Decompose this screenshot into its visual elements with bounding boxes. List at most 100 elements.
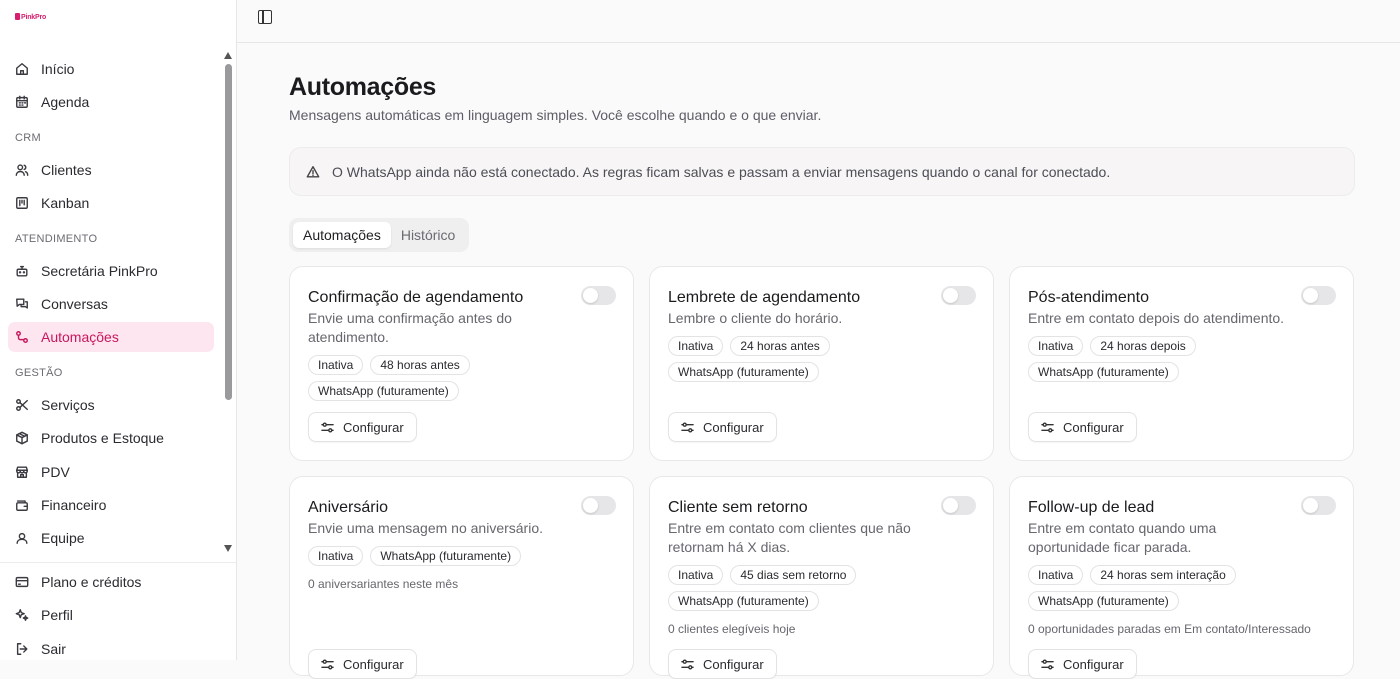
sidebar-item-inicio[interactable]: Início bbox=[8, 54, 214, 84]
sidebar-item-produtos[interactable]: Produtos e Estoque bbox=[8, 423, 214, 453]
configure-button[interactable]: Configurar bbox=[1028, 412, 1137, 442]
whatsapp-alert: O WhatsApp ainda não está conectado. As … bbox=[289, 147, 1355, 196]
bot-icon bbox=[16, 265, 28, 277]
sidebar-item-conversas[interactable]: Conversas bbox=[8, 289, 214, 319]
alert-text: O WhatsApp ainda não está conectado. As … bbox=[332, 163, 1111, 180]
timing-badge: 24 horas antes bbox=[730, 336, 830, 356]
sidebar-item-label: Secretária PinkPro bbox=[41, 262, 158, 279]
sidebar-item-financeiro[interactable]: Financeiro bbox=[8, 490, 214, 520]
sidebar-item-label: Automações bbox=[41, 329, 119, 346]
tab-historico[interactable]: Histórico bbox=[391, 222, 465, 248]
configure-button[interactable]: Configurar bbox=[308, 649, 417, 679]
sidebar-item-label: Clientes bbox=[41, 161, 92, 178]
badge-list: Inativa 48 horas antes WhatsApp (futuram… bbox=[308, 355, 608, 401]
users-icon bbox=[15, 164, 29, 176]
card-title: Pós-atendimento bbox=[1028, 289, 1149, 306]
sidebar-item-label: Agenda bbox=[41, 94, 90, 111]
automation-toggle[interactable] bbox=[581, 496, 616, 515]
automation-toggle[interactable] bbox=[1301, 286, 1336, 305]
tab-automacoes[interactable]: Automações bbox=[293, 222, 391, 248]
scroll-down-arrow-icon[interactable] bbox=[224, 545, 232, 552]
sidebar-item-equipe[interactable]: Equipe bbox=[8, 523, 214, 553]
automation-card: Lembrete de agendamento Lembre o cliente… bbox=[649, 266, 994, 461]
section-title-atendimento: ATENDIMENTO bbox=[15, 232, 98, 245]
card-note: 0 aniversariantes neste mês bbox=[308, 577, 459, 591]
status-badge: Inativa bbox=[308, 546, 364, 566]
sidebar-item-pdv[interactable]: PDV bbox=[8, 457, 214, 487]
card-title: Aniversário bbox=[308, 499, 389, 516]
card-title: Follow-up de lead bbox=[1028, 499, 1155, 516]
sidebar-item-label: Conversas bbox=[41, 295, 108, 312]
calendar-icon bbox=[16, 96, 28, 109]
home-icon bbox=[16, 63, 28, 75]
card-note: 0 clientes elegíveis hoje bbox=[668, 622, 796, 636]
automation-card: Pós-atendimento Entre em contato depois … bbox=[1009, 266, 1354, 461]
channel-badge: WhatsApp (futuramente) bbox=[1028, 591, 1179, 611]
store-icon bbox=[16, 466, 28, 478]
section-title-gestao: GESTÃO bbox=[15, 366, 63, 379]
timing-badge: 24 horas sem interação bbox=[1090, 565, 1236, 585]
sliders-icon bbox=[1041, 659, 1054, 669]
configure-button[interactable]: Configurar bbox=[1028, 649, 1137, 679]
card-title: Lembrete de agendamento bbox=[668, 289, 861, 306]
channel-badge: WhatsApp (futuramente) bbox=[668, 591, 819, 611]
sliders-icon bbox=[681, 659, 694, 669]
sidebar-item-secretaria[interactable]: Secretária PinkPro bbox=[8, 256, 214, 286]
sidebar-footer: Plano e créditos Perfil Sair bbox=[0, 562, 236, 667]
automation-card: Aniversário Envie uma mensagem no aniver… bbox=[289, 476, 634, 679]
sidebar-item-label: Equipe bbox=[41, 530, 85, 547]
sidebar-scrollbar[interactable] bbox=[224, 52, 233, 552]
automation-card: Cliente sem retorno Entre em contato com… bbox=[649, 476, 994, 679]
sidebar-item-label: Serviços bbox=[41, 396, 95, 413]
configure-button[interactable]: Configurar bbox=[668, 649, 777, 679]
logo-mark-icon bbox=[15, 13, 20, 20]
sidebar: PinkPro Início Agenda CRM Clientes Kanba… bbox=[0, 0, 237, 660]
top-bar bbox=[237, 0, 1400, 43]
automation-toggle[interactable] bbox=[941, 286, 976, 305]
scroll-up-arrow-icon[interactable] bbox=[224, 52, 232, 59]
automation-card: Confirmação de agendamento Envie uma con… bbox=[289, 266, 634, 461]
status-badge: Inativa bbox=[668, 565, 724, 585]
sidebar-item-label: Financeiro bbox=[41, 496, 107, 513]
status-badge: Inativa bbox=[668, 336, 724, 356]
sidebar-item-kanban[interactable]: Kanban bbox=[8, 188, 214, 218]
card-description: Entre em contato quando uma oportunidade… bbox=[1028, 520, 1217, 555]
status-badge: Inativa bbox=[308, 355, 364, 375]
sidebar-item-automacoes[interactable]: Automações bbox=[8, 322, 214, 353]
sliders-icon bbox=[321, 422, 334, 432]
channel-badge: WhatsApp (futuramente) bbox=[1028, 362, 1179, 382]
logout-icon bbox=[16, 642, 28, 655]
automation-toggle[interactable] bbox=[941, 496, 976, 515]
page-subtitle: Mensagens automáticas em linguagem simpl… bbox=[289, 107, 822, 123]
page-title: Automações bbox=[289, 73, 437, 101]
card-description: Entre em contato com clientes que não re… bbox=[668, 520, 911, 555]
sidebar-item-clientes[interactable]: Clientes bbox=[8, 155, 214, 185]
configure-button-label: Configurar bbox=[1063, 656, 1124, 672]
configure-button-label: Configurar bbox=[343, 656, 404, 672]
sidebar-toggle-icon[interactable] bbox=[258, 10, 272, 24]
configure-button[interactable]: Configurar bbox=[668, 412, 777, 442]
channel-badge: WhatsApp (futuramente) bbox=[668, 362, 819, 382]
card-description: Envie uma confirmação antes do atendimen… bbox=[308, 310, 512, 345]
sidebar-item-servicos[interactable]: Serviços bbox=[8, 390, 214, 420]
section-title-crm: CRM bbox=[15, 131, 41, 144]
badge-list: Inativa 45 dias sem retorno WhatsApp (fu… bbox=[668, 565, 968, 611]
sidebar-item-sair[interactable]: Sair bbox=[8, 634, 228, 664]
sidebar-item-agenda[interactable]: Agenda bbox=[8, 87, 214, 117]
package-icon bbox=[16, 431, 28, 445]
automation-toggle[interactable] bbox=[581, 286, 616, 305]
timing-badge: 24 horas depois bbox=[1090, 336, 1196, 356]
chat-icon bbox=[16, 298, 28, 309]
sidebar-item-perfil[interactable]: Perfil bbox=[8, 600, 228, 630]
card-description: Entre em contato depois do atendimento. bbox=[1028, 310, 1285, 326]
sidebar-item-label: Produtos e Estoque bbox=[41, 430, 164, 447]
automation-toggle[interactable] bbox=[1301, 496, 1336, 515]
configure-button[interactable]: Configurar bbox=[308, 412, 417, 442]
app-logo[interactable]: PinkPro bbox=[15, 13, 46, 21]
sidebar-nav: Início Agenda CRM Clientes Kanban ATENDI… bbox=[0, 52, 222, 554]
status-badge: Inativa bbox=[1028, 336, 1084, 356]
sidebar-item-plano[interactable]: Plano e créditos bbox=[8, 567, 228, 597]
tabs: Automações Histórico bbox=[289, 218, 470, 252]
card-description: Lembre o cliente do horário. bbox=[668, 310, 843, 326]
scroll-thumb[interactable] bbox=[225, 64, 232, 400]
